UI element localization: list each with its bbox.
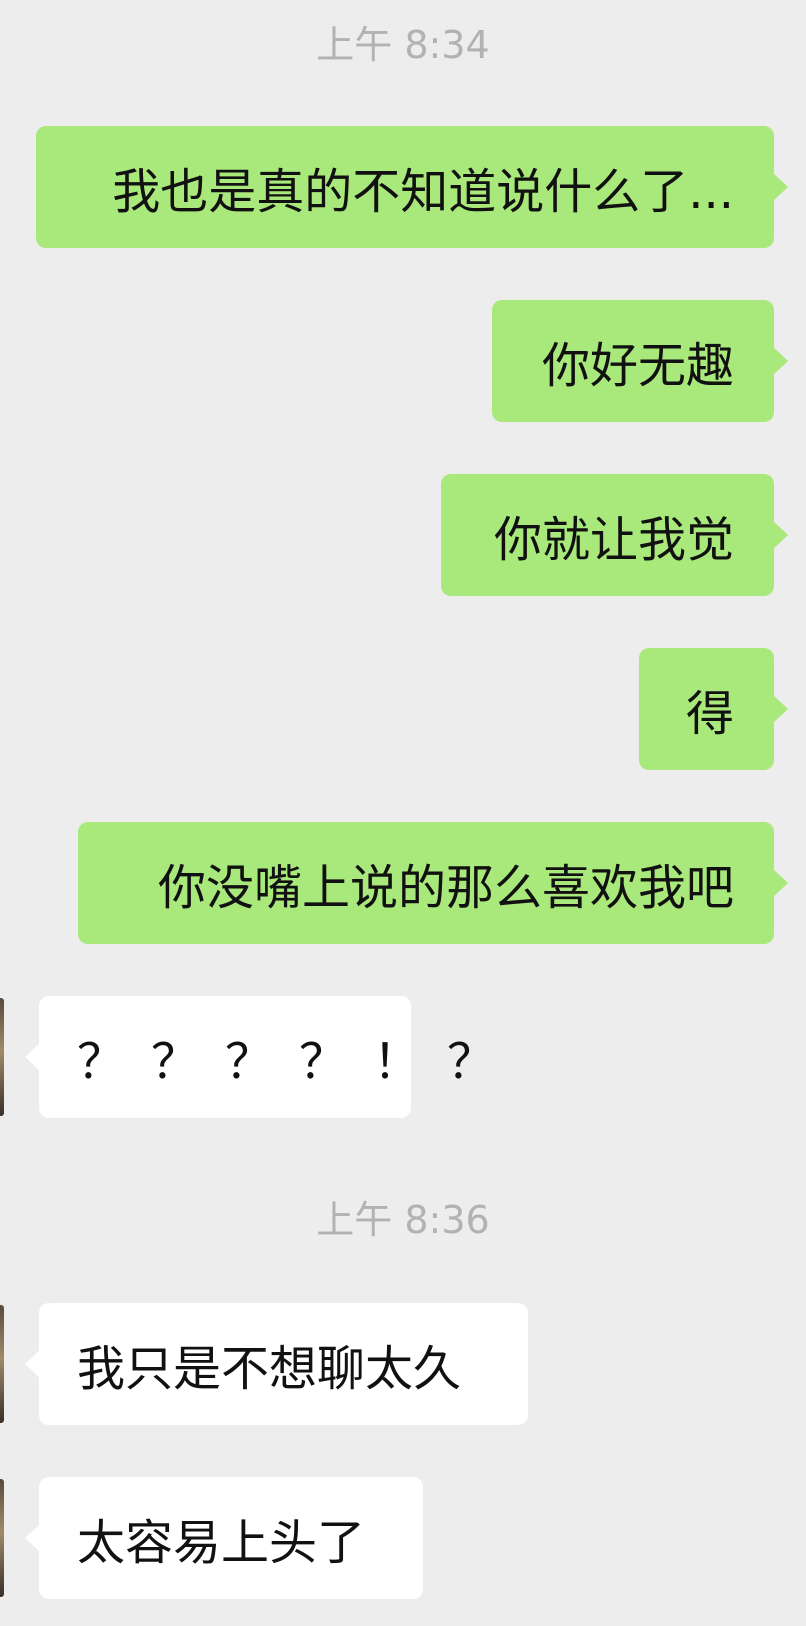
- avatar[interactable]: [0, 998, 4, 1116]
- message-text: 太容易上头了: [77, 1515, 366, 1571]
- message-text: ？？？？！？: [77, 1034, 522, 1090]
- message-text: 你好无趣: [541, 338, 734, 394]
- received-message-bubble[interactable]: 太容易上头了: [25, 1477, 423, 1599]
- message-text: 我也是真的不知道说什么了...: [112, 164, 734, 220]
- sent-message-bubble[interactable]: 得: [639, 648, 788, 770]
- sent-message-bubble[interactable]: 你没嘴上说的那么喜欢我吧: [78, 822, 788, 944]
- message-text: 你就让我觉: [493, 512, 734, 568]
- chat-timestamp: 上午 8:34: [316, 23, 490, 67]
- avatar[interactable]: [0, 1479, 4, 1597]
- avatar[interactable]: [0, 1305, 4, 1423]
- message-text: 你没嘴上说的那么喜欢我吧: [157, 860, 734, 916]
- received-message-bubble[interactable]: 我只是不想聊太久: [25, 1303, 528, 1425]
- sent-message-bubble[interactable]: 你好无趣: [492, 300, 788, 422]
- sent-message-bubble[interactable]: 你就让我觉: [441, 474, 788, 596]
- sent-message-bubble[interactable]: 我也是真的不知道说什么了...: [36, 126, 788, 248]
- message-text: 得: [685, 686, 734, 742]
- chat-timestamp: 上午 8:36: [316, 1198, 490, 1242]
- received-message-bubble[interactable]: ？？？？！？: [25, 996, 495, 1118]
- message-text: 我只是不想聊太久: [77, 1341, 462, 1397]
